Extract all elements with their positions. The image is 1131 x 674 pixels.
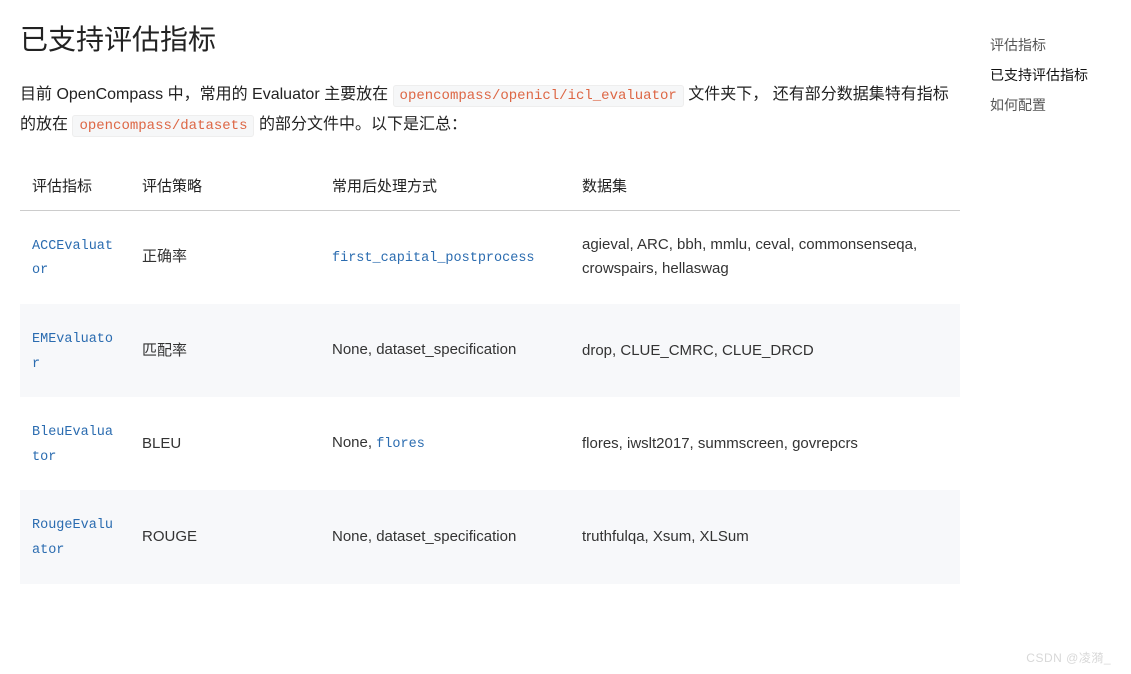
toc-item[interactable]: 评估指标 [990, 30, 1115, 60]
evaluator-link[interactable]: EMEvaluator [32, 332, 113, 372]
datasets-cell: flores, iwslt2017, summscreen, govrepcrs [570, 397, 960, 490]
code-path-1: opencompass/openicl/icl_evaluator [393, 85, 684, 107]
table-row: BleuEvaluator BLEU None, flores flores, … [20, 397, 960, 490]
intro-text-3: 的部分文件中。以下是汇总： [259, 116, 467, 133]
datasets-cell: drop, CLUE_CMRC, CLUE_DRCD [570, 304, 960, 397]
toc-sidebar: 评估指标 已支持评估指标 如何配置 [980, 0, 1125, 674]
table-row: EMEvaluator 匹配率 None, dataset_specificat… [20, 304, 960, 397]
page-title: 已支持评估指标 [20, 18, 960, 58]
postprocess-cell: first_capital_postprocess [320, 210, 570, 304]
evaluator-table: 评估指标 评估策略 常用后处理方式 数据集 ACCEvaluator 正确率 f… [20, 161, 960, 584]
toc-item[interactable]: 如何配置 [990, 90, 1115, 120]
postprocess-cell: None, dataset_specification [320, 304, 570, 397]
datasets-cell: agieval, ARC, bbh, mmlu, ceval, commonse… [570, 210, 960, 304]
th-evaluator: 评估指标 [20, 161, 130, 211]
postprocess-cell: None, flores [320, 397, 570, 490]
evaluator-link[interactable]: RougeEvaluator [32, 518, 113, 558]
strategy-cell: BLEU [130, 397, 320, 490]
strategy-cell: 正确率 [130, 210, 320, 304]
table-header-row: 评估指标 评估策略 常用后处理方式 数据集 [20, 161, 960, 211]
toc-item[interactable]: 已支持评估指标 [990, 60, 1115, 90]
evaluator-link[interactable]: ACCEvaluator [32, 239, 113, 279]
watermark: CSDN @凌漪_ [1026, 649, 1111, 666]
th-datasets: 数据集 [570, 161, 960, 211]
strategy-cell: ROUGE [130, 490, 320, 583]
datasets-cell: truthfulqa, Xsum, XLSum [570, 490, 960, 583]
postprocess-cell: None, dataset_specification [320, 490, 570, 583]
intro-text-1: 目前 OpenCompass 中，常用的 Evaluator 主要放在 [20, 86, 393, 103]
postprocess-link[interactable]: flores [376, 437, 425, 452]
th-postprocess: 常用后处理方式 [320, 161, 570, 211]
strategy-cell: 匹配率 [130, 304, 320, 397]
main-content: 已支持评估指标 目前 OpenCompass 中，常用的 Evaluator 主… [0, 0, 980, 674]
table-row: ACCEvaluator 正确率 first_capital_postproce… [20, 210, 960, 304]
intro-paragraph: 目前 OpenCompass 中，常用的 Evaluator 主要放在 open… [20, 80, 960, 141]
code-path-2: opencompass/datasets [72, 115, 254, 137]
postprocess-link[interactable]: first_capital_postprocess [332, 251, 535, 266]
evaluator-link[interactable]: BleuEvaluator [32, 425, 113, 465]
table-row: RougeEvaluator ROUGE None, dataset_speci… [20, 490, 960, 583]
th-strategy: 评估策略 [130, 161, 320, 211]
